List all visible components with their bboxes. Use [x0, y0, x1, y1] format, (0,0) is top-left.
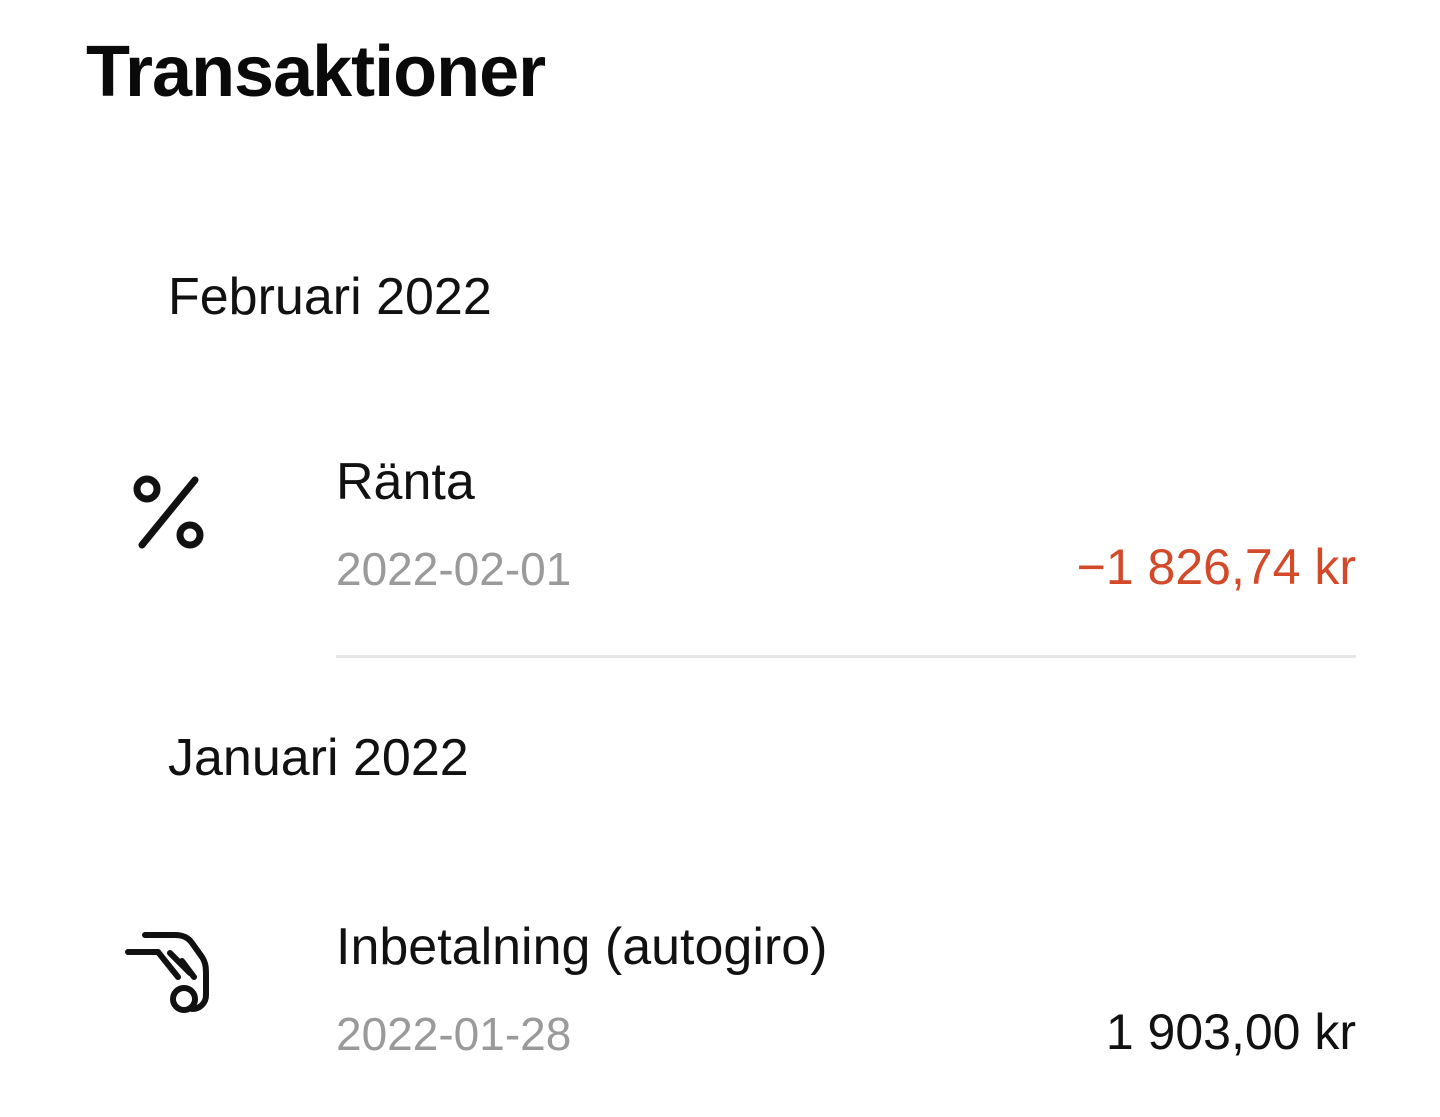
row-divider [336, 655, 1356, 658]
hand-coin-icon [120, 917, 220, 1017]
percent-icon [120, 468, 220, 568]
page-title: Transaktioner [86, 32, 546, 112]
transaction-row-ranta[interactable]: Ränta 2022-02-01 −1 826,74 kr [0, 440, 1440, 660]
transaction-amount: −1 826,74 kr [1076, 539, 1356, 595]
transaction-title: Ränta [336, 453, 475, 511]
transaction-amount: 1 903,00 kr [1105, 1004, 1356, 1060]
month-header-februari: Februari 2022 [168, 268, 492, 326]
transaction-title: Inbetalning (autogiro) [336, 918, 828, 976]
transaction-date: 2022-01-28 [336, 1008, 572, 1060]
month-header-januari: Januari 2022 [168, 729, 469, 787]
transaction-row-inbetalning[interactable]: Inbetalning (autogiro) 2022-01-28 1 903,… [0, 905, 1440, 1095]
transaction-date: 2022-02-01 [336, 543, 572, 595]
